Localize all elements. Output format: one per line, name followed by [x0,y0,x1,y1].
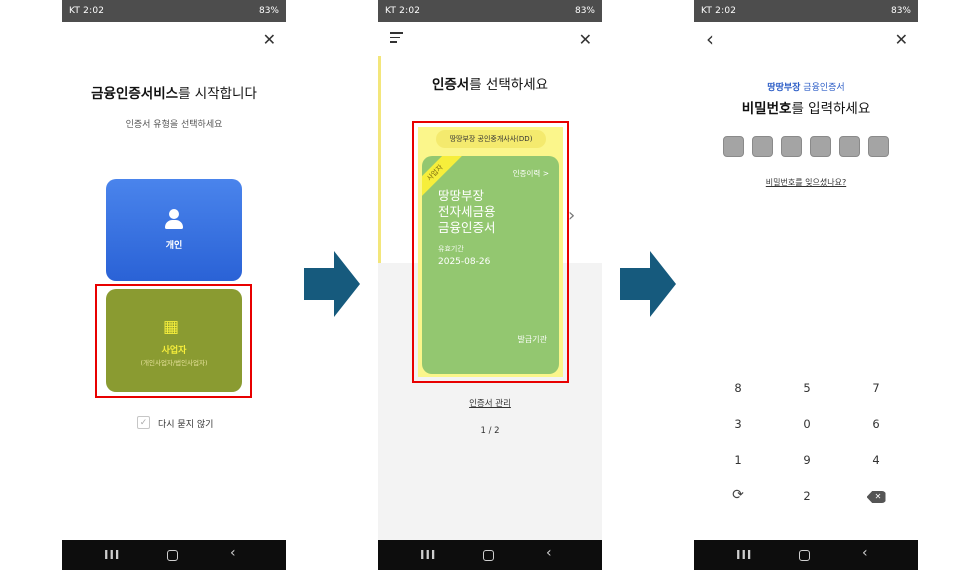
back-icon[interactable]: ‹ [546,545,552,561]
next-card-chevron-icon[interactable]: › [568,205,575,226]
pin-box [810,136,831,157]
system-nav-bar: III ‹ [378,540,602,570]
home-icon[interactable] [167,550,178,561]
keypad-key[interactable]: 3 [718,417,758,431]
flow-arrow-icon [304,251,360,317]
dont-ask-checkbox[interactable]: ✓ [137,416,150,429]
pin-box [839,136,860,157]
keypad-key[interactable]: 9 [787,453,827,467]
pin-box [781,136,802,157]
validity-date: 2025-08-26 [438,257,491,267]
pin-box [868,136,889,157]
forgot-password-link[interactable]: 비밀번호를 잊으셨나요? [694,177,918,188]
recents-icon[interactable]: III [736,548,752,562]
status-battery: 83% [258,6,279,16]
page-title: 인증서를 선택하세요 [431,77,549,93]
issuer-label: 발급기관 [517,335,547,344]
page-title: 금융인증서비스를 시작합니다 [91,86,257,102]
home-icon[interactable] [799,550,810,561]
keypad-key[interactable]: 5 [787,381,827,395]
delete-key[interactable]: ✕ [856,488,896,503]
keypad-key[interactable]: 1 [718,453,758,467]
back-icon[interactable]: ‹ [862,545,868,561]
flow-arrow-icon [620,251,676,317]
screen-enter-password: KT 2:02 83% ‹ ✕ 땅땅부장 금융인증서 비밀번호를 입력하세요 비… [694,0,918,570]
certificate-card[interactable]: 사업자 인증이력 > 땅땅부장 전자세금용 금융인증서 유효기간 2025-08… [422,156,559,374]
cert-history-link[interactable]: 인증이력 > [513,168,549,179]
recents-icon[interactable]: III [104,548,120,562]
manage-certificates-link[interactable]: 인증서 관리 [378,397,602,409]
screen-select-certificate: KT 2:02 83% ✕ 인증서를 선택하세요 땅땅부장 공인중개사사(DD)… [378,0,602,570]
menu-icon[interactable] [390,32,403,46]
page-subtitle: 인증서 유형을 선택하세요 [125,120,223,130]
status-battery: 83% [574,6,595,16]
recents-icon[interactable]: III [420,548,436,562]
personal-label: 개인 [165,241,183,251]
building-icon: ▦ [163,317,180,337]
status-carrier-time: KT 2:02 [385,6,421,16]
keypad-key[interactable]: 0 [787,417,827,431]
business-sublabel: (개인사업자/법인사업자) [140,359,208,367]
backspace-icon: ✕ [866,491,886,503]
status-carrier-time: KT 2:02 [701,6,737,16]
system-nav-bar: III ‹ [694,540,918,570]
business-type-button[interactable]: ▦ 사업자 (개인사업자/법인사업자) [106,289,242,392]
close-icon[interactable]: ✕ [579,30,592,49]
certificate-owner-pill: 땅땅부장 공인중개사사(DD) [436,130,546,148]
certificate-name: 땅땅부장 전자세금용 금융인증서 [438,188,496,235]
pin-box [723,136,744,157]
status-battery: 83% [890,6,911,16]
keypad-key[interactable]: 4 [856,453,896,467]
status-bar: KT 2:02 83% [62,0,286,22]
keypad-key[interactable]: 6 [856,417,896,431]
personal-type-button[interactable]: 개인 [106,179,242,281]
certificate-name: 땅땅부장 금융인증서 [767,83,845,93]
back-icon[interactable]: ‹ [230,545,236,561]
keypad-key[interactable]: 8 [718,381,758,395]
home-icon[interactable] [483,550,494,561]
close-icon[interactable]: ✕ [263,30,276,49]
status-bar: KT 2:02 83% [378,0,602,22]
refresh-icon: ⟳ [732,487,744,503]
business-label: 사업자 [161,346,187,356]
user-icon [165,209,183,229]
pin-box [752,136,773,157]
status-bar: KT 2:02 83% [694,0,918,22]
status-carrier-time: KT 2:02 [69,6,105,16]
page-indicator: 1 / 2 [480,426,500,436]
validity-label: 유효기간 [438,245,464,253]
keypad-key[interactable]: 2 [787,489,827,503]
keypad-key[interactable]: 7 [856,381,896,395]
dont-ask-label: 다시 묻지 않기 [158,420,214,430]
shuffle-key[interactable]: ⟳ [718,487,758,503]
system-nav-bar: III ‹ [62,540,286,570]
page-title: 비밀번호를 입력하세요 [741,101,871,117]
close-icon[interactable]: ✕ [895,30,908,49]
screen-service-start: KT 2:02 83% ✕ 금융인증서비스를 시작합니다 인증서 유형을 선택하… [62,0,286,570]
back-arrow-icon[interactable]: ‹ [706,27,714,51]
